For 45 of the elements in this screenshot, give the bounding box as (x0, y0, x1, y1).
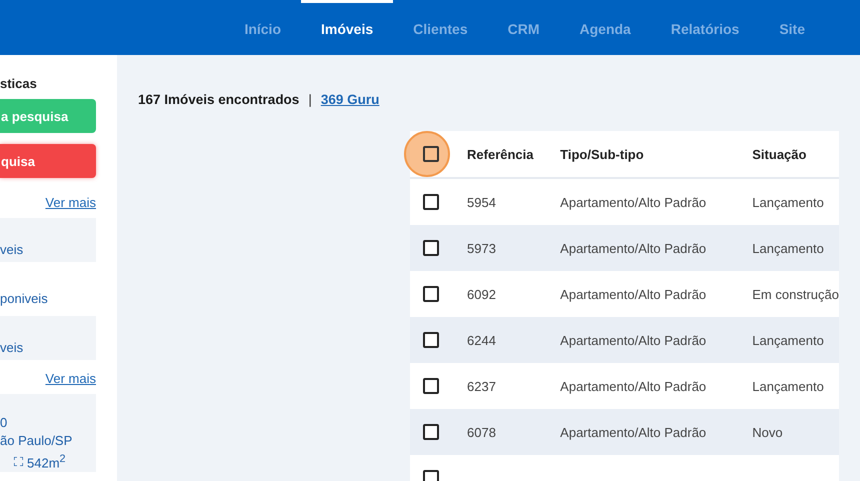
table-cell: 6078 (467, 424, 496, 440)
table-cell: 6244 (467, 332, 496, 348)
table-cell: Apartamento/Alto Padrão (560, 240, 706, 256)
column-header[interactable]: Tipo/Sub-tipo (560, 131, 752, 178)
row-checkbox[interactable] (423, 240, 439, 256)
table-cell: Em construção (752, 286, 839, 302)
row-checkbox[interactable] (423, 378, 439, 394)
property-card[interactable]: 0 ão Paulo/SP 542m$^{2}$ (0, 394, 96, 472)
column-header[interactable]: Situação (752, 131, 839, 178)
table-cell: Apartamento/Alto Padrão (560, 332, 706, 348)
row-checkbox[interactable] (423, 332, 439, 348)
row-checkbox[interactable] (423, 424, 439, 440)
card-text: 0 (0, 414, 8, 432)
table-cell: 5973 (467, 240, 496, 256)
sidebar-item[interactable]: veis (0, 316, 96, 360)
table-cell: Apartamento/Alto Padrão (560, 194, 706, 210)
results-count: 167 Imóveis encontrados (138, 92, 300, 107)
table-cell: Apartamento/Alto Padrão (560, 378, 706, 394)
table-cell: Novo (752, 424, 783, 440)
table-cell: Lançamento (752, 194, 824, 210)
sidebar-item[interactable]: veis (0, 218, 96, 262)
see-more-link[interactable]: Ver mais (45, 371, 96, 386)
table-cell: Lançamento (752, 378, 824, 394)
see-more-link[interactable]: Ver mais (45, 195, 96, 210)
row-checkbox[interactable] (423, 194, 439, 210)
select-all-checkbox[interactable] (423, 146, 439, 162)
column-header[interactable]: Referência (467, 131, 560, 178)
guru-link[interactable]: 369 Guru (320, 92, 380, 107)
table-cell: 5954 (467, 194, 496, 210)
clear-search-button[interactable]: quisa (0, 144, 96, 178)
nav-tab[interactable]: Imóveis (301, 0, 394, 55)
table-cell: 6092 (467, 286, 496, 302)
table-cell: 6237 (467, 378, 496, 394)
sidebar-item[interactable]: poniveis (0, 267, 96, 311)
row-checkbox[interactable] (423, 286, 439, 302)
table-cell: Apartamento/Alto Padrão (560, 424, 706, 440)
table-cell: Apartamento/Alto Padrão (560, 286, 706, 302)
table-cell: Lançamento (752, 332, 824, 348)
separator-text: | (308, 92, 312, 107)
sidebar-title: sticas (0, 76, 38, 91)
card-text: ão Paulo/SP (0, 432, 74, 450)
area-text: 542m$^{2}$ (27, 452, 66, 472)
table-cell: Lançamento (752, 240, 824, 256)
area-icon (14, 456, 23, 466)
highlight-circle (404, 131, 450, 177)
